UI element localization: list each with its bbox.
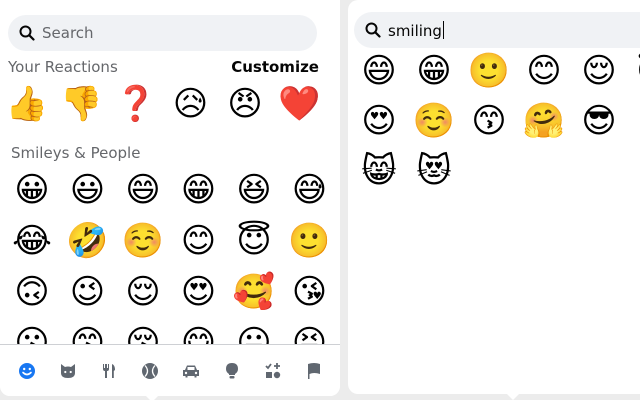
lightbulb-icon	[225, 362, 238, 378]
emoji-button[interactable]: 🤗	[523, 100, 565, 142]
emoji-button[interactable]: ❓	[115, 83, 157, 125]
search-icon	[365, 22, 381, 38]
panel-pointer	[145, 395, 159, 400]
emoji-button[interactable]: 🙃	[11, 271, 53, 313]
emoji-button[interactable]: 🙂	[468, 50, 510, 92]
emoji-button[interactable]: 😊	[523, 50, 565, 92]
emoji-button[interactable]: 😊	[178, 220, 220, 262]
emoji-button[interactable]: 😄	[358, 50, 400, 92]
search-icon	[19, 25, 35, 41]
emoji-search-results-panel: smiling 😄 😁 🙂 😊 😌 😇 😍 ☺️ 😙 🤗 😎 😸 😻	[348, 0, 640, 394]
emoji-button[interactable]: 😆	[233, 169, 275, 211]
tab-flags[interactable]	[298, 355, 330, 387]
emoji-button[interactable]: 😎	[578, 100, 620, 142]
tab-symbols[interactable]	[257, 355, 289, 387]
flag-icon	[307, 362, 320, 379]
emoji-button[interactable]: 😇	[233, 220, 275, 262]
emoji-picker-panel: Search Your Reactions Customize 👍 👎 ❓ 😥 😠 ❤️ …	[0, 0, 340, 396]
emoji-button[interactable]: 😥	[170, 83, 212, 125]
emoji-button[interactable]: 😃	[67, 169, 109, 211]
smileys-people-heading: Smileys & People	[11, 144, 141, 162]
emoji-button[interactable]: 😉	[67, 271, 109, 313]
emoji-button[interactable]: 😸	[358, 150, 400, 192]
emoji-button[interactable]: 😌	[578, 50, 620, 92]
tab-animals[interactable]	[52, 355, 84, 387]
fork-knife-icon	[102, 363, 115, 378]
emoji-button[interactable]: ❤️	[278, 83, 320, 125]
emoji-button[interactable]: 😁	[413, 50, 455, 92]
search-input-value: smiling	[388, 20, 444, 40]
customize-button[interactable]: Customize	[231, 58, 319, 76]
tab-smileys[interactable]	[11, 355, 43, 387]
emoji-button[interactable]: 😄	[122, 169, 164, 211]
symbols-icon	[264, 362, 280, 378]
panel-pointer	[506, 393, 520, 400]
emoji-button[interactable]: 😀	[11, 169, 53, 211]
emoji-search-field[interactable]: Search	[8, 15, 317, 51]
emoji-button[interactable]: ☺️	[122, 220, 164, 262]
tab-activities[interactable]	[134, 355, 166, 387]
category-tab-bar	[0, 344, 340, 396]
emoji-button[interactable]: 😂	[11, 220, 53, 262]
cat-icon	[60, 363, 75, 378]
your-reactions-heading: Your Reactions	[8, 58, 118, 76]
ball-icon	[141, 362, 158, 379]
car-icon	[182, 365, 199, 377]
emoji-button[interactable]: 😻	[413, 150, 455, 192]
emoji-button[interactable]: 👎	[60, 83, 102, 125]
search-placeholder: Search	[42, 24, 94, 42]
emoji-button[interactable]: 😁	[178, 169, 220, 211]
tab-travel[interactable]	[175, 355, 207, 387]
emoji-button[interactable]: 👍	[6, 83, 48, 125]
emoji-button[interactable]: 🤣	[66, 220, 108, 262]
emoji-button[interactable]: 😅	[289, 169, 331, 211]
emoji-button[interactable]: 😍	[358, 100, 400, 142]
tab-food[interactable]	[93, 355, 125, 387]
emoji-button[interactable]: 🥰	[233, 271, 275, 313]
emoji-button[interactable]: 😙	[468, 100, 510, 142]
emoji-search-field[interactable]: smiling	[354, 12, 640, 48]
text-cursor	[442, 20, 444, 39]
emoji-button[interactable]: 😘	[289, 271, 331, 313]
emoji-button[interactable]: 😇	[633, 50, 640, 92]
emoji-button[interactable]: 😌	[122, 271, 164, 313]
smiley-icon	[18, 362, 35, 379]
tab-objects[interactable]	[216, 355, 248, 387]
emoji-button[interactable]: 😠	[224, 83, 266, 125]
emoji-button[interactable]: ☺️	[413, 100, 455, 142]
emoji-button[interactable]: 🙂	[288, 220, 330, 262]
emoji-button[interactable]: 😍	[178, 271, 220, 313]
